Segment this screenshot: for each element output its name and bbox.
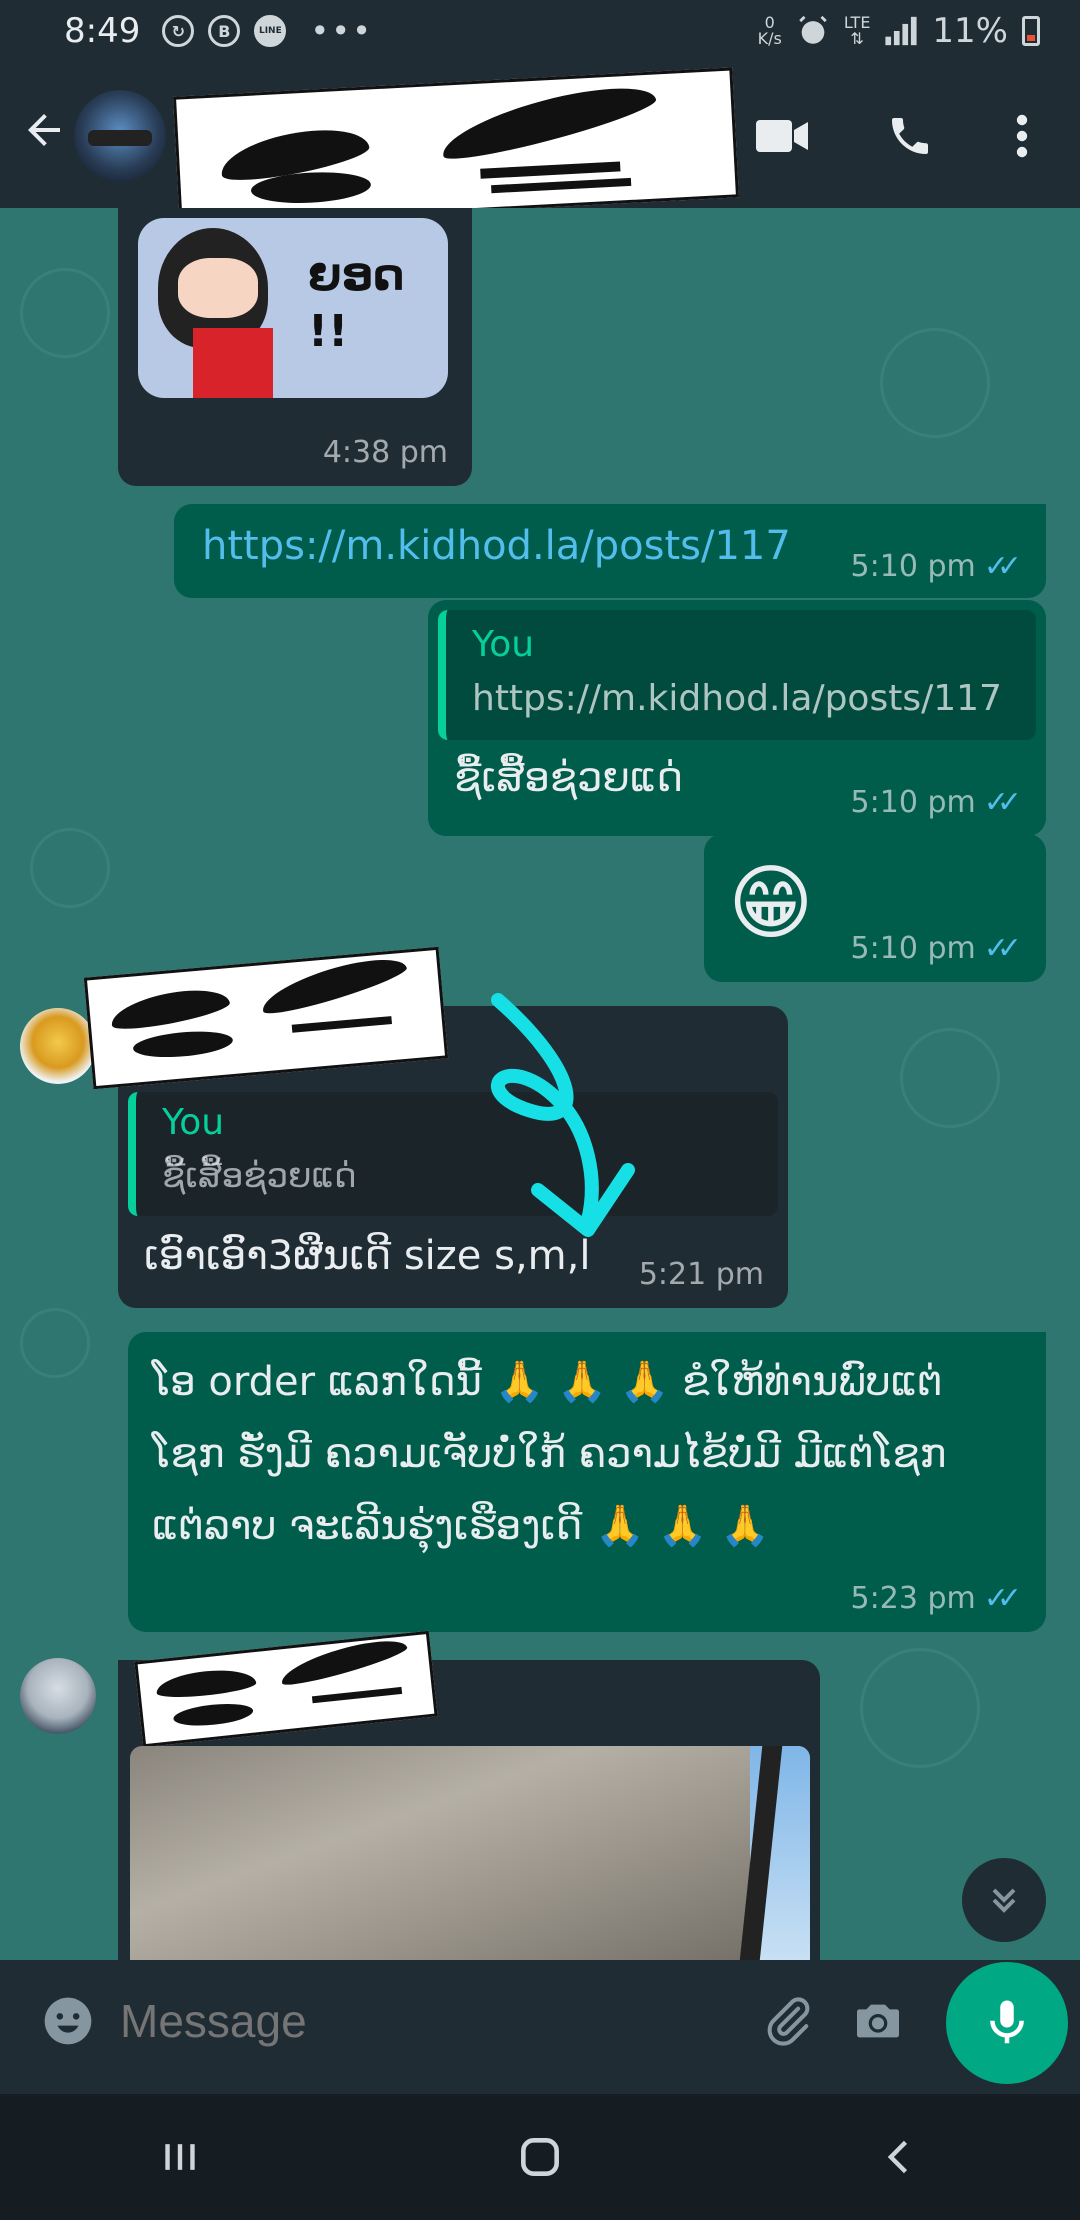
quoted-message[interactable]: You ຊື້ເສື້ອຊ່ວຍແດ່ — [128, 1092, 778, 1216]
b-icon: B — [208, 15, 241, 47]
message-link[interactable]: https://m.kidhod.la/posts/117 — [202, 518, 791, 574]
shared-image[interactable] — [130, 1746, 810, 1960]
wallpaper-doodle — [860, 1648, 980, 1768]
message-bubble-outgoing-emoji[interactable]: 😁 5:10 pm ✓✓ — [704, 834, 1046, 982]
quoted-message[interactable]: You https://m.kidhod.la/posts/117 — [438, 610, 1036, 740]
attach-button[interactable] — [760, 1993, 816, 2049]
message-bubble-outgoing-link[interactable]: https://m.kidhod.la/posts/117 5:10 pm ✓✓ — [174, 504, 1046, 598]
message-time: 5:10 pm — [850, 549, 976, 584]
contact-name-redaction-sticker[interactable] — [172, 67, 740, 227]
double-chevron-down-icon — [992, 1888, 1016, 1913]
video-call-button[interactable] — [752, 106, 812, 166]
quote-text: ຊື້ເສື້ອຊ່ວຍແດ່ — [162, 1156, 357, 1196]
net-speed-unit: K/s — [757, 29, 782, 48]
sender-name-redaction-sticker — [134, 1630, 438, 1748]
voice-call-button[interactable] — [880, 106, 940, 166]
voice-message-button[interactable] — [946, 1962, 1068, 2084]
home-button[interactable] — [500, 2117, 580, 2197]
back-icon — [887, 2140, 908, 2174]
wallpaper-doodle — [30, 828, 110, 908]
message-meta: 4:38 pm — [323, 435, 448, 470]
sender-avatar[interactable] — [20, 1658, 96, 1734]
message-time: 5:23 pm — [850, 1581, 976, 1616]
battery-percent: 11% — [932, 11, 1008, 51]
message-time: 4:38 pm — [322, 435, 448, 470]
sender-name-redaction-sticker — [83, 946, 449, 1090]
read-receipt-icon: ✓✓ — [983, 785, 1022, 820]
home-icon — [521, 2138, 559, 2176]
status-time: 8:49 — [64, 11, 141, 51]
message-bubble-incoming-reply[interactable]: You ຊື້ເສື້ອຊ່ວຍແດ່ ເອົາເອົາ3ຜືນເດີ size… — [83, 946, 788, 1308]
sender-avatar[interactable] — [20, 1008, 96, 1084]
chat-header — [0, 62, 1080, 227]
message-meta: 5:21 pm — [639, 1257, 764, 1292]
phone-call-icon — [892, 118, 928, 154]
message-line: ແຕ່ລາບ ຈະເລີນຮຸ່ງເຮືອງເດີ 🙏 🙏 🙏 — [152, 1503, 770, 1549]
attach-icon — [767, 1997, 810, 2046]
read-receipt-icon: ✓✓ — [983, 1581, 1022, 1616]
system-back-button[interactable] — [860, 2117, 940, 2197]
message-bubble-incoming-sticker[interactable]: ຍອດ !! 4:38 pm — [118, 208, 472, 486]
sticker-text: ຍອດ !! — [308, 250, 405, 357]
status-right: 0 K/s LTE ⇅ 11% — [758, 11, 1040, 51]
recent-apps-icon — [165, 2144, 195, 2170]
message-time: 5:10 pm — [850, 785, 976, 820]
video-call-icon — [756, 120, 808, 152]
more-vert-icon — [1016, 114, 1028, 158]
message-meta: 5:10 pm ✓✓ — [850, 549, 1023, 584]
wallpaper-doodle — [900, 1028, 1000, 1128]
chat-messages-area[interactable]: ຍອດ !! 4:38 pm https://m.kidhod.la/posts… — [0, 208, 1080, 1960]
message-line: ໂຊກ ຮັ່ງມີ ຄວາມເຈັບບໍ່ໃກ້ ຄວາມໄຂ້ບໍ່ມີ ມ… — [152, 1431, 947, 1477]
quote-author: You — [472, 624, 535, 665]
message-input[interactable] — [120, 1994, 726, 2048]
recent-apps-button[interactable] — [140, 2117, 220, 2197]
message-time: 5:21 pm — [638, 1257, 764, 1292]
quote-author: You — [162, 1102, 225, 1143]
camera-icon — [857, 2004, 899, 2038]
rotation-icon: ↻ — [162, 15, 195, 47]
quote-text: https://m.kidhod.la/posts/117 — [472, 678, 1002, 719]
more-options-button[interactable] — [992, 106, 1052, 166]
more-notifications-icon: ••• — [310, 12, 373, 50]
back-arrow-icon[interactable] — [20, 106, 68, 154]
message-line: ໂອ order ແລກໃດນີ້ 🙏 🙏 🙏 ຂໍໃຫ້ທ່ານພົບແຕ່ — [152, 1359, 943, 1405]
wallpaper-doodle — [20, 1308, 90, 1378]
line-icon: LINE — [254, 15, 287, 47]
net-speed: 0 K/s — [758, 15, 782, 47]
alarm-icon — [799, 15, 827, 44]
message-bubble-outgoing-text[interactable]: ໂອ order ແລກໃດນີ້ 🙏 🙏 🙏 ຂໍໃຫ້ທ່ານພົບແຕ່ … — [128, 1332, 1046, 1632]
arrow-annotation-icon — [491, 993, 635, 1237]
battery-icon — [1022, 16, 1040, 46]
message-input-bar — [14, 1962, 932, 2080]
status-bar: 8:49 ↻ B LINE ••• 0 K/s LTE ⇅ 11% — [0, 0, 1080, 62]
mic-icon — [990, 2000, 1024, 2044]
message-meta: 5:10 pm ✓✓ — [850, 785, 1023, 820]
sticker-image: ຍອດ !! — [138, 218, 448, 398]
message-meta: 5:23 pm ✓✓ — [850, 1581, 1023, 1616]
system-nav-bar — [0, 2094, 1080, 2220]
message-meta: 5:10 pm ✓✓ — [850, 931, 1023, 966]
message-time: 5:10 pm — [850, 931, 976, 966]
wallpaper-doodle — [20, 268, 110, 358]
lte-indicator: LTE ⇅ — [843, 13, 871, 48]
emoji-grin: 😁 — [728, 856, 814, 951]
message-bubble-outgoing-reply[interactable]: You https://m.kidhod.la/posts/117 ຊື້ເສື… — [428, 600, 1046, 836]
emoji-icon[interactable] — [40, 1993, 96, 2049]
signal-icon — [885, 16, 918, 46]
contact-avatar[interactable] — [74, 90, 166, 182]
message-text: ຊື້ເສື້ອຊ່ວຍແດ່ — [454, 755, 683, 801]
message-bubble-incoming-image[interactable] — [118, 1630, 820, 1960]
read-receipt-icon: ✓✓ — [983, 549, 1022, 584]
scroll-to-bottom-button[interactable] — [962, 1858, 1046, 1942]
camera-button[interactable] — [850, 1993, 906, 2049]
wallpaper-doodle — [880, 328, 990, 438]
read-receipt-icon: ✓✓ — [983, 931, 1022, 966]
